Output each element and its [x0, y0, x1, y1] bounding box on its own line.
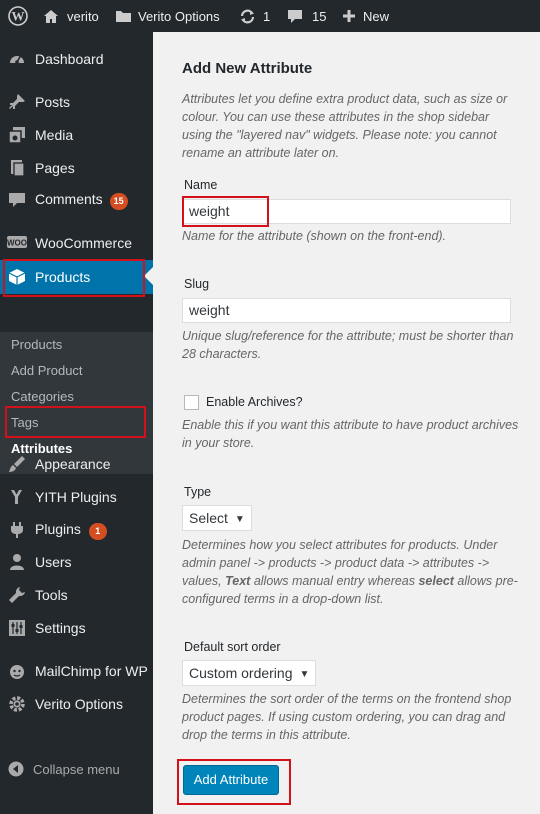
menu-posts[interactable]: Posts [0, 86, 153, 118]
slug-label: Slug [184, 277, 210, 291]
products-box-icon [7, 267, 27, 287]
verito-options-label: Verito Options [138, 8, 220, 24]
settings-sliders-icon [7, 618, 27, 638]
plus-icon [342, 9, 356, 23]
submenu-add-product[interactable]: Add Product [11, 363, 83, 378]
enable-archives-checkbox[interactable] [184, 395, 199, 410]
menu-tools[interactable]: Tools [0, 579, 153, 611]
menu-pages-label: Pages [35, 160, 75, 176]
wordpress-logo-icon[interactable]: W [8, 0, 28, 32]
user-icon [7, 552, 27, 572]
admin-bar: W verito Verito Options 1 15 New [0, 0, 540, 32]
submenu-tags[interactable]: Tags [11, 415, 38, 430]
comments-count: 15 [312, 8, 327, 24]
pages-icon [7, 158, 27, 178]
gear-icon [7, 694, 27, 714]
archives-description: Enable this if you want this attribute t… [182, 418, 519, 450]
menu-woocommerce-label: WooCommerce [35, 235, 132, 251]
menu-comments[interactable]: Comments 15 [0, 184, 153, 216]
menu-users-label: Users [35, 554, 72, 570]
menu-appearance[interactable]: Appearance [0, 448, 153, 480]
media-icon [7, 125, 27, 145]
home-icon [43, 9, 59, 24]
new-content-link[interactable]: New [342, 0, 389, 32]
menu-mailchimp-label: MailChimp for WP [35, 663, 148, 679]
chevron-down-icon: ▼ [299, 669, 310, 680]
pin-icon [7, 92, 27, 112]
menu-pages[interactable]: Pages [0, 152, 153, 184]
menu-verito-options-label: Verito Options [35, 696, 123, 712]
add-attribute-button[interactable]: Add Attribute [183, 765, 279, 795]
verito-options-link[interactable]: Verito Options [115, 0, 220, 32]
svg-text:WOO: WOO [7, 239, 27, 248]
type-label: Type [184, 485, 212, 499]
plugins-count-badge: 1 [88, 522, 107, 540]
sort-order-label: Default sort order [184, 640, 281, 654]
enable-archives-label: Enable Archives? [206, 395, 303, 409]
name-description: Name for the attribute (shown on the fro… [182, 229, 447, 243]
chevron-down-icon: ▼ [234, 514, 245, 525]
menu-woocommerce[interactable]: WOO WooCommerce [0, 227, 153, 259]
sort-order-description: Determines the sort order of the terms o… [182, 692, 512, 742]
slug-description: Unique slug/reference for the attribute;… [182, 329, 514, 361]
folder-icon [115, 9, 132, 23]
admin-sidebar: Dashboard Posts Media Pages Comments 15 … [0, 32, 153, 814]
menu-media[interactable]: Media [0, 119, 153, 151]
plugin-icon [7, 520, 27, 540]
menu-verito-options[interactable]: Verito Options [0, 688, 153, 720]
submenu-categories[interactable]: Categories [11, 389, 74, 404]
comments-count-badge: 15 [109, 192, 128, 210]
menu-dashboard[interactable]: Dashboard [0, 43, 153, 75]
yith-icon [7, 487, 27, 507]
active-menu-arrow [144, 267, 153, 285]
menu-products-label: Products [35, 269, 91, 285]
updates-icon [239, 9, 256, 24]
sort-order-select[interactable]: Custom ordering ▼ [182, 660, 317, 686]
comments-icon [7, 190, 27, 210]
menu-yith-plugins-label: YITH Plugins [35, 489, 117, 505]
comments-link[interactable]: 15 [287, 0, 326, 32]
site-name: verito [67, 8, 99, 24]
collapse-menu-label: Collapse menu [33, 762, 120, 777]
menu-plugins-label: Plugins 1 [35, 521, 107, 540]
menu-settings-label: Settings [35, 620, 86, 636]
dashboard-icon [7, 49, 27, 69]
menu-plugins[interactable]: Plugins 1 [0, 514, 153, 546]
form-heading: Add New Attribute [182, 60, 313, 77]
menu-appearance-label: Appearance [35, 456, 111, 472]
menu-mailchimp[interactable]: MailChimp for WP [0, 655, 153, 687]
menu-comments-label: Comments 15 [35, 191, 128, 210]
menu-tools-label: Tools [35, 587, 68, 603]
comment-icon [287, 9, 303, 24]
form-intro: Attributes let you define extra product … [182, 92, 508, 160]
site-name-link[interactable]: verito [43, 0, 99, 32]
menu-dashboard-label: Dashboard [35, 51, 104, 67]
paintbrush-icon [7, 454, 27, 474]
updates-count: 1 [263, 8, 271, 24]
menu-yith-plugins[interactable]: YITH Plugins [0, 481, 153, 513]
menu-products[interactable]: Products [0, 260, 153, 294]
collapse-arrow-icon [8, 761, 24, 780]
sort-order-value: Custom ordering [189, 665, 293, 681]
svg-text:W: W [12, 9, 25, 24]
menu-settings[interactable]: Settings [0, 612, 153, 644]
slug-input[interactable]: weight [182, 298, 511, 323]
wrench-icon [7, 585, 27, 605]
updates-link[interactable]: 1 [239, 0, 270, 32]
menu-posts-label: Posts [35, 94, 71, 110]
type-description: Determines how you select attributes for… [182, 538, 518, 606]
type-select[interactable]: Select ▼ [182, 505, 252, 531]
mailchimp-icon [7, 661, 27, 681]
menu-media-label: Media [35, 127, 74, 143]
menu-users[interactable]: Users [0, 546, 153, 578]
woocommerce-icon: WOO [7, 233, 27, 253]
submenu-products[interactable]: Products [11, 337, 62, 352]
type-select-value: Select [189, 510, 228, 526]
new-label: New [363, 8, 390, 24]
collapse-menu-button[interactable]: Collapse menu [0, 759, 153, 781]
name-input[interactable]: weight [182, 199, 511, 224]
name-label: Name [184, 178, 218, 192]
